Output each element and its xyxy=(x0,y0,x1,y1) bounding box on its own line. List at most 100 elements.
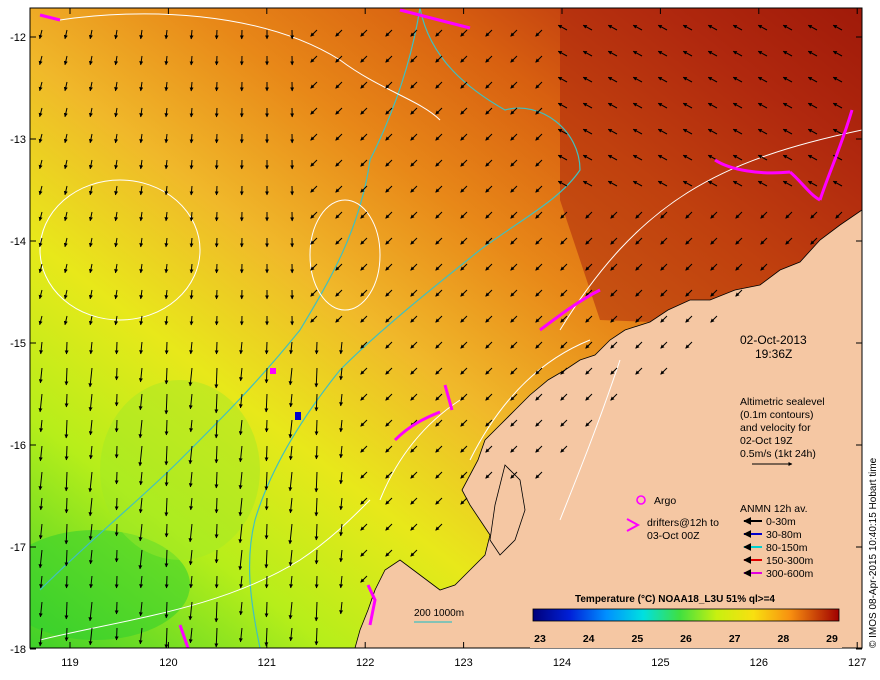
svg-text:and velocity for: and velocity for xyxy=(740,422,811,434)
velocity-arrow xyxy=(214,445,219,464)
colorbar-tick-label: 29 xyxy=(826,633,838,645)
velocity-arrow xyxy=(164,471,169,487)
velocity-arrow xyxy=(164,601,169,619)
velocity-arrow xyxy=(214,575,219,589)
velocity-arrow xyxy=(64,341,69,355)
velocity-arrow xyxy=(64,367,69,386)
velocity-arrow xyxy=(314,627,319,646)
colorbar-tick-label: 24 xyxy=(583,633,595,645)
velocity-arrow xyxy=(64,627,69,642)
velocity-arrow xyxy=(264,445,269,462)
lat-tick-label: -14 xyxy=(10,236,26,248)
anmn-legend-label: 30-80m xyxy=(766,529,802,541)
colorbar-tick-label: 25 xyxy=(631,633,643,645)
velocity-arrow xyxy=(314,445,319,460)
velocity-arrow xyxy=(264,367,269,384)
velocity-arrow xyxy=(114,523,119,537)
cool-water-patch xyxy=(100,380,260,560)
lon-tick-label: 120 xyxy=(159,657,177,669)
drifters-label-line1: drifters@12h to xyxy=(647,517,719,529)
colorbar-tick-label: 27 xyxy=(729,633,741,645)
anmn-legend-label: 80-150m xyxy=(766,542,808,554)
velocity-arrow xyxy=(64,549,69,567)
svg-text:0.5m/s (1kt 24h): 0.5m/s (1kt 24h) xyxy=(740,448,816,460)
velocity-arrow xyxy=(114,497,119,511)
anmn-marker xyxy=(295,412,301,420)
velocity-arrow xyxy=(214,289,219,300)
velocity-arrow xyxy=(64,575,69,589)
velocity-arrow xyxy=(64,445,69,461)
lon-tick-label: 124 xyxy=(553,657,571,669)
velocity-arrow xyxy=(114,341,119,355)
lon-tick-label: 126 xyxy=(750,657,768,669)
velocity-arrow xyxy=(114,627,119,641)
lat-tick-label: -13 xyxy=(10,134,26,146)
velocity-arrow xyxy=(214,341,219,355)
velocity-arrow xyxy=(164,367,169,385)
velocity-arrow xyxy=(264,575,269,589)
lat-tick-label: -16 xyxy=(10,440,26,452)
colorbar-title: Temperature (°C) NOAA18_L3U 51% ql>=4 xyxy=(575,594,775,605)
velocity-arrow xyxy=(114,367,119,381)
velocity-arrow xyxy=(214,549,219,564)
velocity-arrow xyxy=(164,549,169,568)
velocity-arrow xyxy=(164,341,169,355)
credit-text: © IMOS 08-Apr-2015 10:40:15 Hobart time xyxy=(868,457,879,648)
lon-tick-label: 127 xyxy=(848,657,866,669)
velocity-arrow xyxy=(114,445,119,459)
velocity-arrow xyxy=(314,523,319,541)
svg-text:Altimetric sealevel: Altimetric sealevel xyxy=(740,396,825,408)
lat-tick-label: -17 xyxy=(10,542,26,554)
velocity-arrow xyxy=(64,601,69,620)
lon-tick-label: 122 xyxy=(356,657,374,669)
velocity-arrow xyxy=(314,549,319,565)
lat-tick-label: -18 xyxy=(10,644,26,656)
velocity-arrow xyxy=(164,575,169,589)
velocity-arrow xyxy=(214,29,219,40)
lon-tick-label: 125 xyxy=(651,657,669,669)
velocity-arrow xyxy=(214,237,219,248)
velocity-arrow xyxy=(214,159,219,170)
velocity-arrow xyxy=(114,419,119,433)
anmn-marker xyxy=(270,368,276,374)
velocity-arrow xyxy=(114,393,119,407)
velocity-arrow xyxy=(114,549,119,563)
svg-text:(0.1m contours): (0.1m contours) xyxy=(740,409,814,421)
colorbar-tick-label: 28 xyxy=(777,633,789,645)
velocity-arrow xyxy=(114,601,119,615)
date-label: 02-Oct-2013 xyxy=(740,333,807,347)
velocity-arrow xyxy=(214,133,219,144)
velocity-arrow xyxy=(114,471,119,485)
velocity-arrow xyxy=(264,341,269,355)
velocity-arrow xyxy=(214,471,219,489)
velocity-arrow xyxy=(264,601,269,618)
velocity-arrow xyxy=(114,575,119,589)
velocity-arrow xyxy=(214,55,219,66)
lon-tick-label: 119 xyxy=(61,657,79,669)
colorbar xyxy=(532,608,840,622)
anmn-legend-label: 150-300m xyxy=(766,555,814,567)
velocity-arrow xyxy=(214,523,219,539)
velocity-arrow xyxy=(164,419,169,436)
velocity-arrow xyxy=(214,211,219,222)
lat-tick-label: -15 xyxy=(10,338,26,350)
velocity-arrow xyxy=(264,497,269,511)
velocity-arrow xyxy=(214,107,219,118)
lat-tick-label: -12 xyxy=(10,32,26,44)
velocity-arrow xyxy=(314,393,319,412)
colorbar-tick-label: 23 xyxy=(534,633,546,645)
isobath-legend-label: 200 1000m xyxy=(414,608,464,619)
velocity-arrow xyxy=(264,419,269,433)
velocity-arrow xyxy=(314,341,319,355)
velocity-arrow xyxy=(64,497,69,514)
velocity-arrow xyxy=(264,523,269,540)
velocity-arrow xyxy=(214,81,219,92)
lon-tick-label: 123 xyxy=(454,657,472,669)
sst-map: 119 120 121 122 123 124 125 126 127 -12 -13 -14 -15 -… xyxy=(10,7,879,669)
velocity-arrow xyxy=(214,263,219,274)
argo-label: Argo xyxy=(654,495,676,507)
velocity-arrow xyxy=(164,523,169,538)
svg-text:02-Oct 19Z: 02-Oct 19Z xyxy=(740,435,793,447)
drifters-label-line2: 03-Oct 00Z xyxy=(647,530,700,542)
anmn-legend-title: ANMN 12h av. xyxy=(740,503,808,515)
